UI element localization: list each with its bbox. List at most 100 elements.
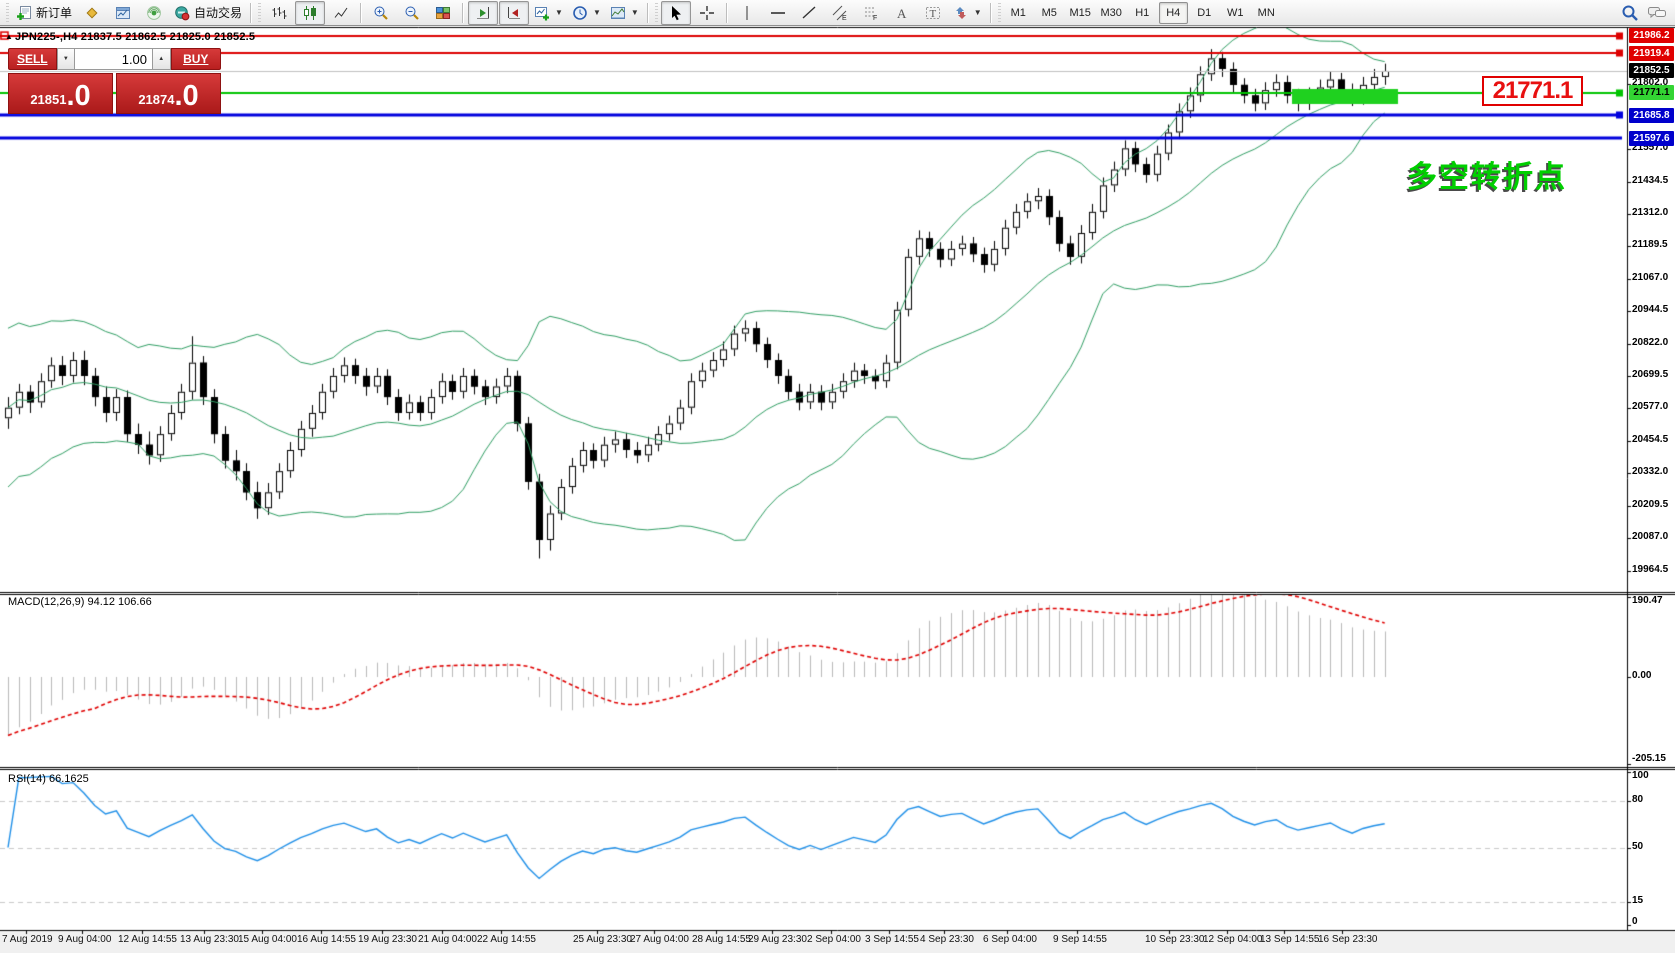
toolbar-separator — [990, 3, 992, 23]
zoom-out-icon — [404, 5, 420, 21]
trendline-button[interactable] — [794, 1, 824, 25]
line-chart-icon — [333, 5, 349, 21]
price-axis-tick: 20209.5 — [1632, 499, 1675, 510]
signals-icon — [146, 5, 162, 21]
timeframe-button-w1[interactable]: W1 — [1221, 2, 1250, 24]
date-axis-label: 9 Sep 14:55 — [1053, 934, 1107, 945]
buy-button[interactable]: BUY — [171, 48, 221, 70]
sell-price-main: 21851 — [30, 92, 66, 111]
metaeditor-button[interactable] — [77, 1, 107, 25]
price-callout-box[interactable]: 21771.1 — [1482, 76, 1583, 106]
sell-price-button[interactable]: 21851.0 — [8, 73, 113, 114]
price-axis-label: 21771.1 — [1629, 85, 1674, 100]
date-axis-label: 10 Sep 23:30 — [1145, 934, 1205, 945]
fibonacci-icon: F — [863, 5, 879, 21]
timeframe-button-m1[interactable]: M1 — [1004, 2, 1033, 24]
macd-axis-tick: 0.00 — [1632, 670, 1675, 681]
date-axis-label: 2 Sep 04:00 — [807, 934, 861, 945]
horizontal-line-button[interactable] — [763, 1, 793, 25]
annotation-text[interactable]: 多空转折点 — [1407, 152, 1567, 196]
market-watch-button[interactable] — [108, 1, 138, 25]
toolbar-grip — [258, 3, 261, 23]
autotrading-icon — [174, 5, 190, 21]
timeframe-button-h4[interactable]: H4 — [1159, 2, 1188, 24]
price-axis-tick: 20822.0 — [1632, 337, 1675, 348]
price-axis-tick: 19964.5 — [1632, 564, 1675, 575]
text-icon: A — [894, 5, 910, 21]
timeframe-button-m5[interactable]: M5 — [1035, 2, 1064, 24]
toolbar-separator — [250, 3, 252, 23]
toolbar-right-group — [1621, 4, 1671, 22]
templates-icon — [610, 5, 626, 21]
bar-chart-button[interactable] — [264, 1, 294, 25]
zoom-out-button[interactable] — [397, 1, 427, 25]
toolbar-separator — [462, 3, 464, 23]
zoom-in-button[interactable] — [366, 1, 396, 25]
periods-button[interactable]: ▼ — [568, 1, 605, 25]
horizontal-line-icon — [770, 5, 786, 21]
date-axis-label: 3 Sep 14:55 — [865, 934, 919, 945]
new-order-label: 新订单 — [36, 4, 72, 21]
sell-price-decimal: .0 — [66, 82, 90, 111]
tile-windows-button[interactable] — [428, 1, 458, 25]
candlestick-chart-icon — [302, 5, 318, 21]
timeframe-button-m15[interactable]: M15 — [1066, 2, 1095, 24]
date-axis-label: 12 Sep 04:00 — [1203, 934, 1263, 945]
price-axis-label: 21919.4 — [1629, 46, 1674, 61]
toolbar-separator — [726, 3, 728, 23]
date-axis-label: 25 Aug 23:30 — [573, 934, 632, 945]
price-axis-tick: 20577.0 — [1632, 401, 1675, 412]
price-axis-label: 21597.6 — [1629, 131, 1674, 146]
new-order-icon — [16, 5, 32, 21]
fibonacci-button[interactable]: F — [856, 1, 886, 25]
periods-caret-icon: ▼ — [593, 8, 601, 17]
rsi-axis-tick: 50 — [1632, 841, 1675, 852]
date-axis-label: 13 Aug 23:30 — [180, 934, 239, 945]
equidistant-channel-button[interactable]: E — [825, 1, 855, 25]
templates-button[interactable]: ▼ — [606, 1, 643, 25]
rsi-axis-tick: 80 — [1632, 794, 1675, 805]
buy-price-decimal: .0 — [174, 82, 198, 111]
timeframe-button-d1[interactable]: D1 — [1190, 2, 1219, 24]
date-axis-label: 7 Aug 2019 — [2, 934, 53, 945]
chart-shift-icon — [506, 5, 522, 21]
trendline-icon — [801, 5, 817, 21]
timeframe-group: M1M5M15M30H1H4D1W1MN — [1004, 2, 1281, 24]
autotrading-button[interactable]: 自动交易 — [170, 1, 246, 25]
chart-canvas[interactable] — [0, 0, 1675, 953]
chat-icon[interactable] — [1647, 5, 1667, 21]
zoom-in-icon — [373, 5, 389, 21]
candlestick-chart-button[interactable] — [295, 1, 325, 25]
search-icon[interactable] — [1621, 4, 1639, 22]
market-watch-icon — [115, 5, 131, 21]
volume-input[interactable] — [75, 48, 152, 70]
timeframe-button-m30[interactable]: M30 — [1097, 2, 1126, 24]
vertical-line-button[interactable] — [732, 1, 762, 25]
volume-decrease-button[interactable]: ▼ — [57, 48, 75, 70]
chart-shift-button[interactable] — [499, 1, 529, 25]
equidistant-channel-icon: E — [832, 5, 848, 21]
svg-text:A: A — [897, 6, 907, 21]
crosshair-button[interactable] — [692, 1, 722, 25]
collapse-panel-arrow[interactable]: ▲ — [5, 32, 13, 41]
line-chart-button[interactable] — [326, 1, 356, 25]
rsi-axis-tick: 0 — [1632, 916, 1675, 927]
text-button[interactable]: A — [887, 1, 917, 25]
signals-button[interactable] — [139, 1, 169, 25]
volume-increase-button[interactable]: ▲ — [152, 48, 170, 70]
sell-button[interactable]: SELL — [8, 48, 57, 70]
indicators-button[interactable]: ▼ — [530, 1, 567, 25]
timeframe-button-h1[interactable]: H1 — [1128, 2, 1157, 24]
text-label-button[interactable]: T — [918, 1, 948, 25]
buy-price-button[interactable]: 21874.0 — [116, 73, 221, 114]
templates-caret-icon: ▼ — [631, 8, 639, 17]
chart-title: JPN225-,H4 21837.5 21862.5 21825.0 21852… — [15, 31, 255, 43]
new-order-button[interactable]: 新订单 — [12, 1, 76, 25]
arrows-button[interactable]: ▼ — [949, 1, 986, 25]
timeframe-button-mn[interactable]: MN — [1252, 2, 1281, 24]
auto-scroll-button[interactable] — [468, 1, 498, 25]
price-axis-label: 21852.5 — [1629, 63, 1674, 78]
cursor-button[interactable] — [661, 1, 691, 25]
toolbar-grip — [655, 3, 658, 23]
toolbar-grip — [6, 3, 9, 23]
